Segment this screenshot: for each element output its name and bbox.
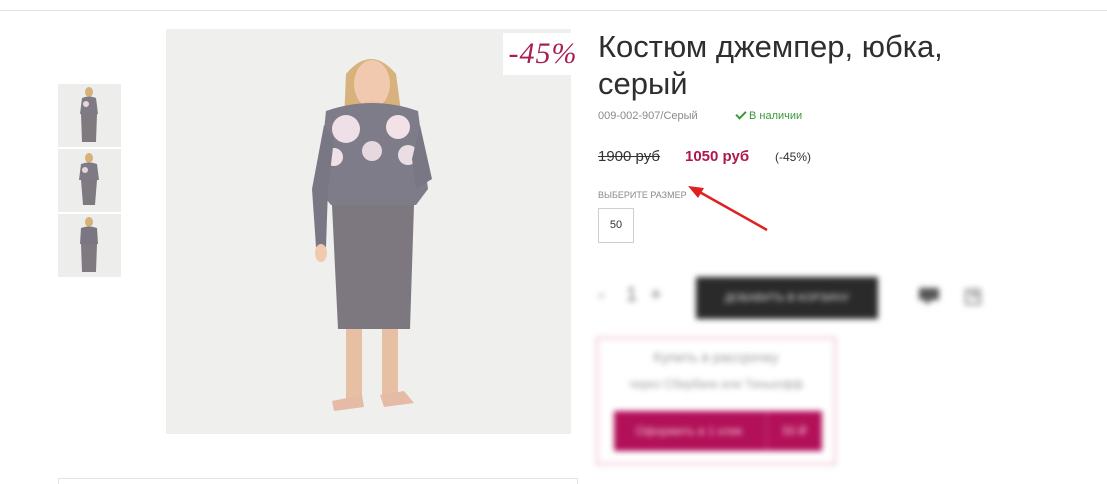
quantity-stepper[interactable]: - 1 + xyxy=(596,284,676,310)
check-icon xyxy=(735,108,747,120)
compare-icon[interactable] xyxy=(962,286,986,306)
discount-badge: -45% xyxy=(503,33,583,75)
installment-button-label: Оформить в 1 клик xyxy=(635,424,743,438)
thumbnail-3[interactable] xyxy=(58,214,121,277)
discount-percent: (-45%) xyxy=(775,150,812,164)
product-title: Костюм джемпер, юбка, серый xyxy=(598,29,943,101)
installment-button-value: 50 ₽ xyxy=(766,411,822,451)
qty-plus-button[interactable]: + xyxy=(650,284,662,307)
product-sku: 009-002-907/Серый xyxy=(598,110,698,122)
size-option-50[interactable]: 50 xyxy=(598,208,634,243)
qty-value[interactable]: 1 xyxy=(626,284,637,307)
tabs-panel-edge xyxy=(58,478,578,484)
sale-price: 1050 руб xyxy=(685,148,750,165)
installment-promo: Купить в рассрочку через Сбербанк или Ти… xyxy=(596,337,836,465)
thumbnail-1[interactable] xyxy=(58,84,121,147)
installment-button[interactable]: Оформить в 1 клик 50 ₽ xyxy=(614,411,822,451)
chat-icon[interactable] xyxy=(917,286,941,306)
add-to-cart-button[interactable]: ДОБАВИТЬ В КОРЗИНУ xyxy=(696,277,878,319)
product-main-image[interactable] xyxy=(166,29,571,434)
promo-title: Купить в рассрочку xyxy=(653,349,779,365)
qty-minus-button[interactable]: - xyxy=(598,284,605,307)
promo-subtitle: через Сбербанк или Тинькофф xyxy=(628,377,803,391)
old-price: 1900 руб xyxy=(598,148,660,165)
stock-label: В наличии xyxy=(749,110,803,122)
thumbnail-2[interactable] xyxy=(58,149,121,212)
size-label: ВЫБЕРИТЕ РАЗМЕР xyxy=(598,190,687,200)
stock-status: В наличии xyxy=(735,108,803,122)
thumbnail-gallery xyxy=(58,84,121,279)
header-divider xyxy=(0,10,1107,11)
annotation-arrow-icon xyxy=(688,186,768,232)
